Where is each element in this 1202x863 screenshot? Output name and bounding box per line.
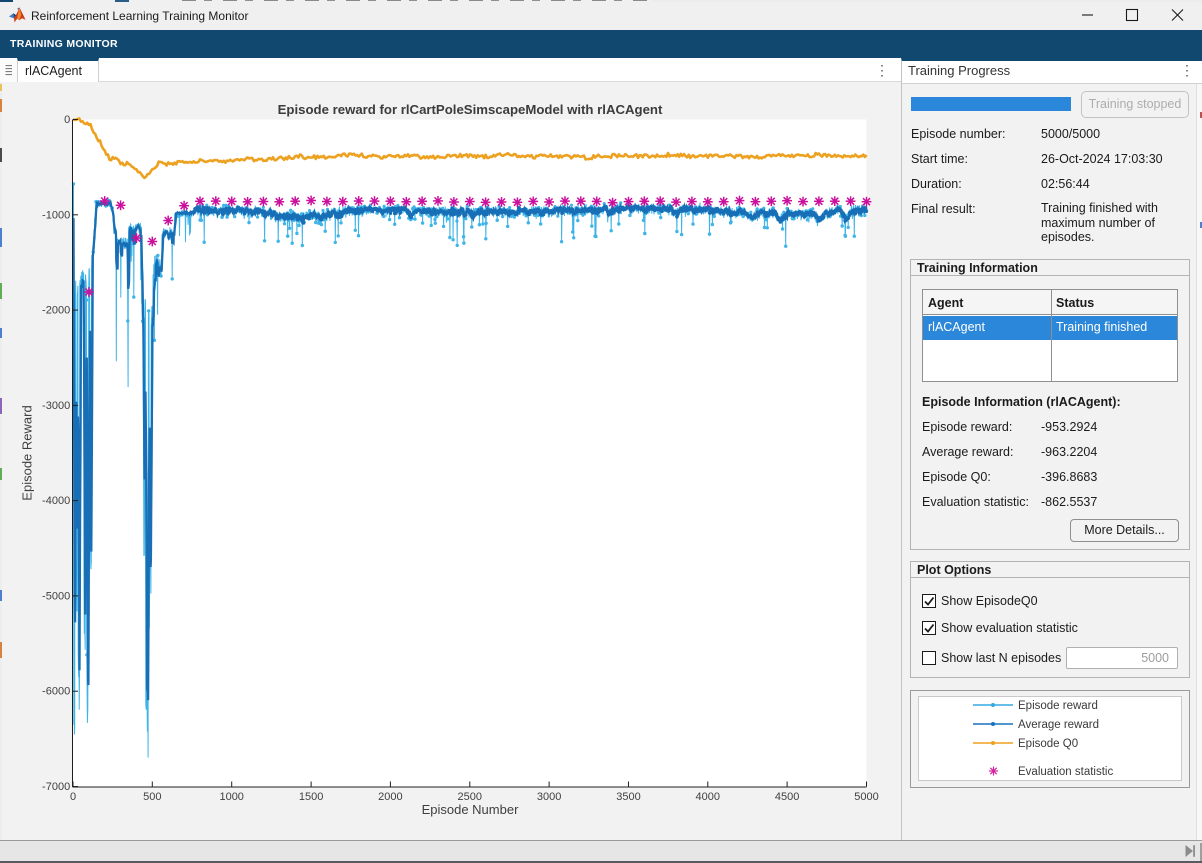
svg-text:-6000: -6000: [42, 686, 70, 698]
svg-text:3000: 3000: [537, 791, 561, 803]
svg-text:-4000: -4000: [42, 495, 70, 507]
svg-text:Episode Number: Episode Number: [422, 802, 519, 817]
svg-text:1000: 1000: [219, 791, 243, 803]
svg-text:-7000: -7000: [42, 781, 70, 793]
svg-text:3500: 3500: [616, 791, 640, 803]
svg-text:4000: 4000: [696, 791, 720, 803]
svg-text:-2000: -2000: [42, 305, 70, 317]
svg-text:1500: 1500: [299, 791, 323, 803]
svg-text:0: 0: [64, 114, 70, 126]
svg-text:Episode Q0: Episode Q0: [1018, 738, 1078, 750]
svg-text:0: 0: [70, 791, 76, 803]
svg-text:-3000: -3000: [42, 400, 70, 412]
svg-text:Episode Reward: Episode Reward: [20, 405, 35, 500]
svg-text:4500: 4500: [775, 791, 799, 803]
svg-text:5000: 5000: [854, 791, 878, 803]
svg-text:Evaluation statistic: Evaluation statistic: [1018, 766, 1113, 778]
svg-text:Average reward: Average reward: [1018, 719, 1099, 731]
svg-text:Episode reward for rlCartPoleS: Episode reward for rlCartPoleSimscapeMod…: [278, 102, 663, 117]
svg-text:-5000: -5000: [42, 590, 70, 602]
svg-text:500: 500: [143, 791, 161, 803]
svg-text:2000: 2000: [378, 791, 402, 803]
svg-text:-1000: -1000: [42, 209, 70, 221]
svg-text:Episode reward: Episode reward: [1018, 700, 1098, 712]
